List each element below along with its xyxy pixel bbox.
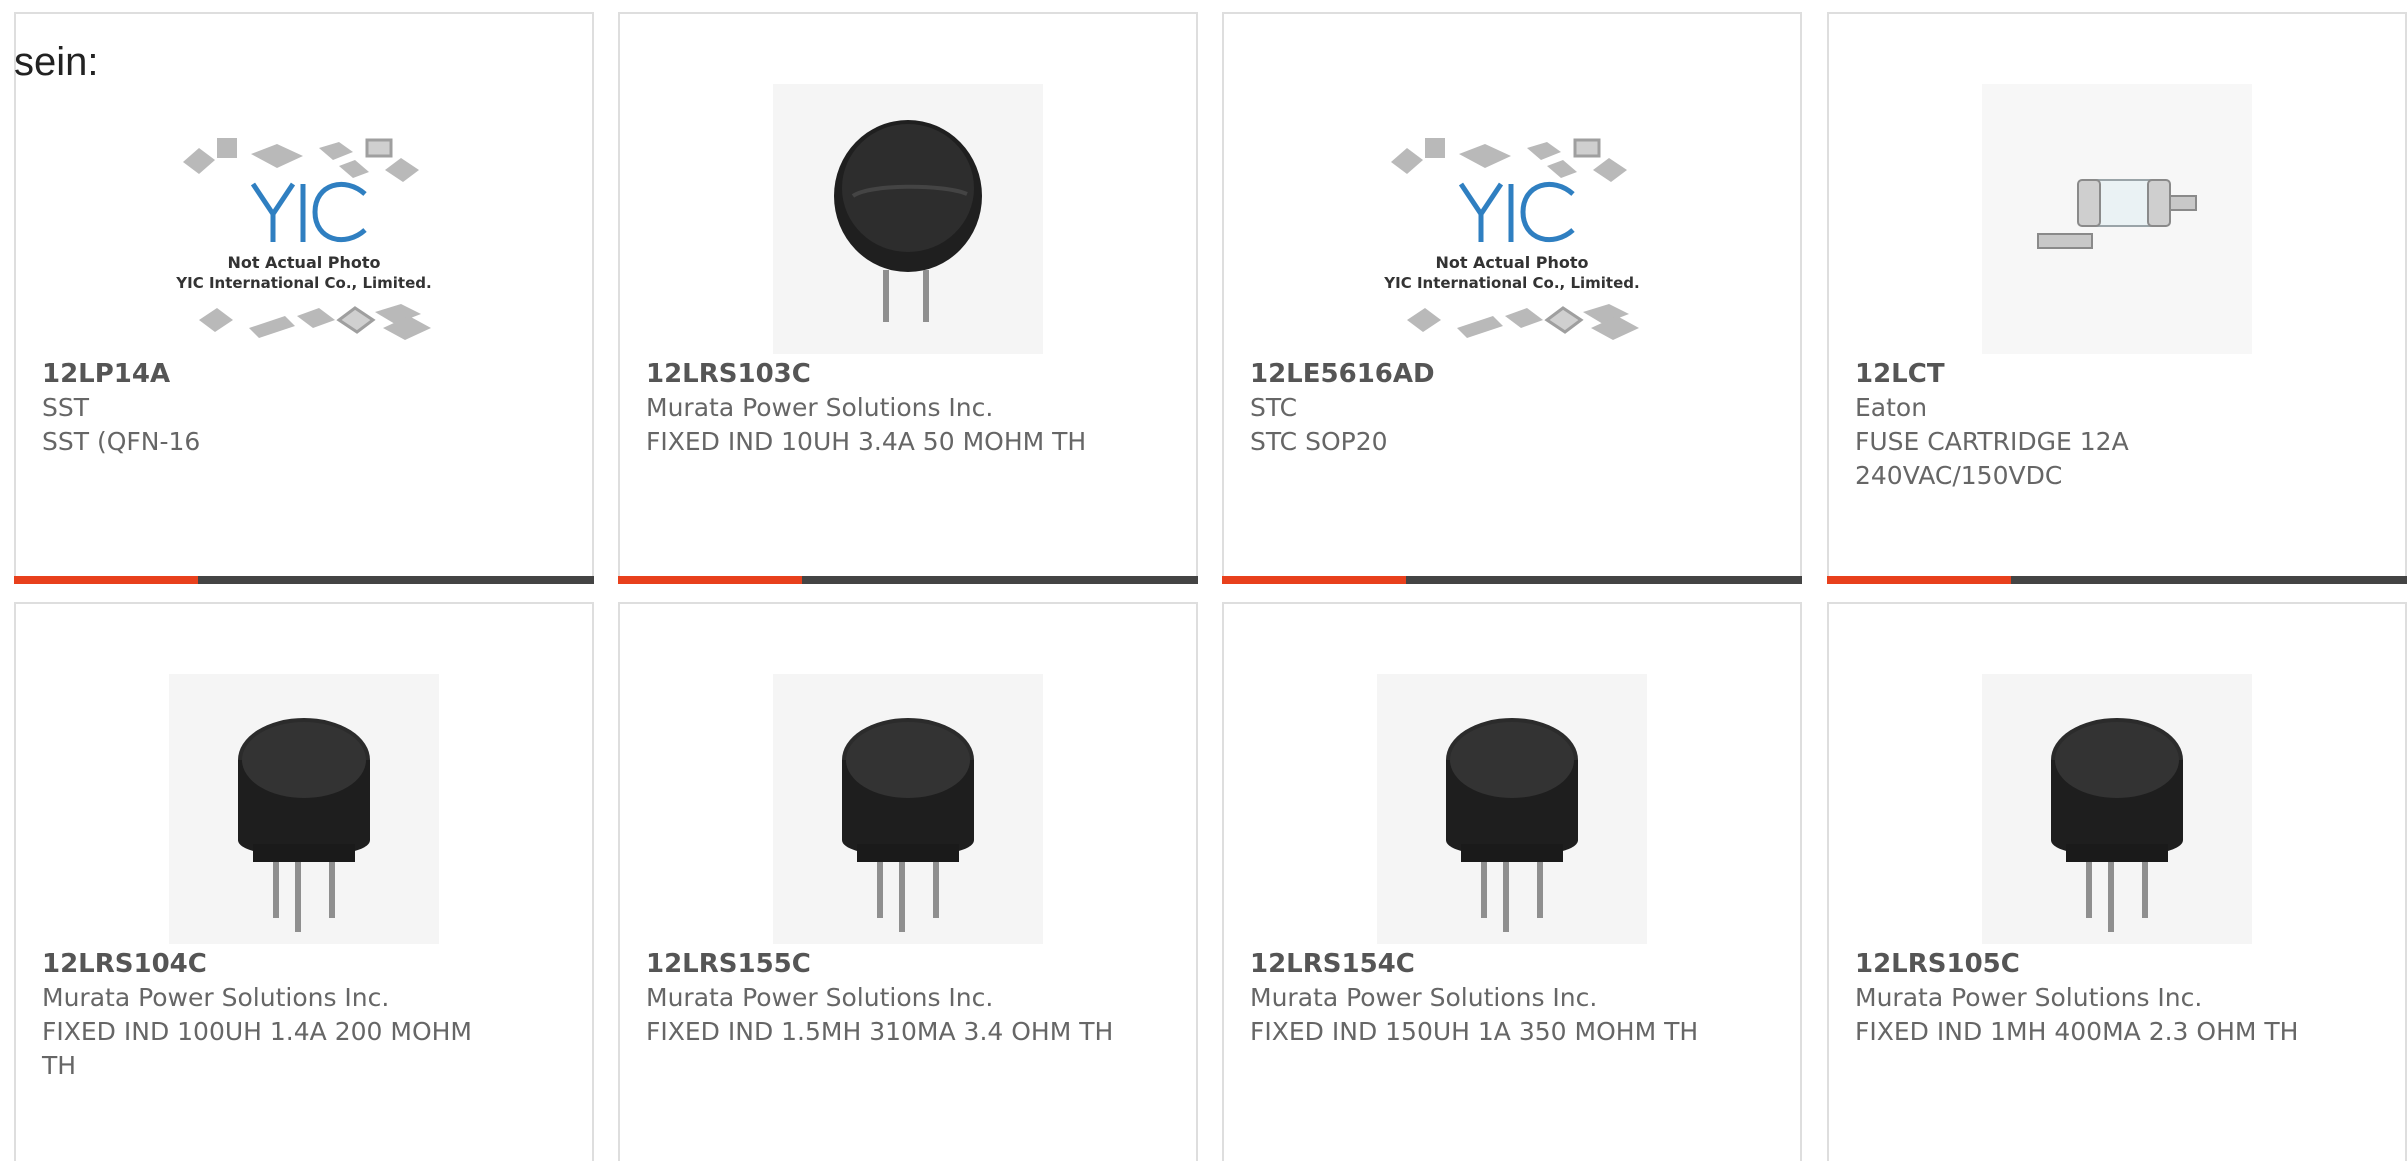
manufacturer: Murata Power Solutions Inc. <box>42 983 390 1012</box>
accent-bar-highlight <box>14 576 198 584</box>
product-info: 12LCT Eaton FUSE CARTRIDGE 12A 240VAC/15… <box>1855 357 2355 493</box>
product-description: FIXED IND 1MH 400MA 2.3 OHM TH <box>1855 1017 2299 1046</box>
product-image[interactable] <box>773 674 1043 944</box>
product-description: SST (QFN-16 <box>42 427 201 456</box>
accent-bar <box>618 576 1198 584</box>
manufacturer: Murata Power Solutions Inc. <box>1250 983 1598 1012</box>
product-info: 12LP14A SST SST (QFN-16 <box>42 357 542 459</box>
product-image[interactable] <box>1982 674 2252 944</box>
part-number[interactable]: 12LRS155C <box>646 947 1146 981</box>
product-image[interactable] <box>1982 84 2252 354</box>
product-info: 12LRS155C Murata Power Solutions Inc. FI… <box>646 947 1146 1049</box>
placeholder-line-1: Not Actual Photo <box>227 253 380 272</box>
accent-bar-highlight <box>618 576 802 584</box>
page-prefix-text: sein: <box>14 40 99 84</box>
part-number[interactable]: 12LRS104C <box>42 947 542 981</box>
accent-bar-highlight <box>1222 576 1406 584</box>
placeholder-line-2: YIC International Co., Limited. <box>175 274 431 292</box>
placeholder-image[interactable]: Not Actual Photo YIC International Co., … <box>1377 84 1647 354</box>
product-image[interactable] <box>1377 674 1647 944</box>
product-image[interactable] <box>169 674 439 944</box>
product-info: 12LRS154C Murata Power Solutions Inc. FI… <box>1250 947 1750 1049</box>
product-card[interactable]: Not Actual Photo YIC International Co., … <box>14 12 594 584</box>
product-description: FIXED IND 10UH 3.4A 50 MOHM TH <box>646 427 1087 456</box>
product-grid: Not Actual Photo YIC International Co., … <box>0 0 2408 1161</box>
accent-bar <box>1222 576 1802 584</box>
product-description: FIXED IND 150UH 1A 350 MOHM TH <box>1250 1017 1699 1046</box>
placeholder-image[interactable]: Not Actual Photo YIC International Co., … <box>169 84 439 354</box>
part-number[interactable]: 12LP14A <box>42 357 542 391</box>
manufacturer: Murata Power Solutions Inc. <box>1855 983 2203 1012</box>
product-card[interactable]: 12LRS103C Murata Power Solutions Inc. FI… <box>618 12 1198 584</box>
product-card[interactable]: 12LCT Eaton FUSE CARTRIDGE 12A 240VAC/15… <box>1827 12 2407 584</box>
placeholder-line-1: Not Actual Photo <box>1435 253 1588 272</box>
part-number[interactable]: 12LRS105C <box>1855 947 2355 981</box>
product-image[interactable] <box>773 84 1043 354</box>
manufacturer: Eaton <box>1855 393 1928 422</box>
product-description: STC SOP20 <box>1250 427 1388 456</box>
accent-bar-highlight <box>1827 576 2011 584</box>
manufacturer: SST <box>42 393 90 422</box>
part-number[interactable]: 12LRS154C <box>1250 947 1750 981</box>
manufacturer: Murata Power Solutions Inc. <box>646 393 994 422</box>
placeholder-line-2: YIC International Co., Limited. <box>1383 274 1639 292</box>
manufacturer: Murata Power Solutions Inc. <box>646 983 994 1012</box>
accent-bar <box>14 576 594 584</box>
part-number[interactable]: 12LE5616AD <box>1250 357 1750 391</box>
product-card[interactable]: 12LRS104C Murata Power Solutions Inc. FI… <box>14 602 594 1161</box>
product-info: 12LRS104C Murata Power Solutions Inc. FI… <box>42 947 542 1083</box>
product-info: 12LRS105C Murata Power Solutions Inc. FI… <box>1855 947 2355 1049</box>
accent-bar <box>1827 576 2407 584</box>
product-info: 12LRS103C Murata Power Solutions Inc. FI… <box>646 357 1146 459</box>
product-description: FIXED IND 1.5MH 310MA 3.4 OHM TH <box>646 1017 1114 1046</box>
product-description: FUSE CARTRIDGE 12A 240VAC/150VDC <box>1855 427 2129 490</box>
product-card[interactable]: 12LRS105C Murata Power Solutions Inc. FI… <box>1827 602 2407 1161</box>
product-card[interactable]: Not Actual Photo YIC International Co., … <box>1222 12 1802 584</box>
part-number[interactable]: 12LCT <box>1855 357 2355 391</box>
manufacturer: STC <box>1250 393 1298 422</box>
part-number[interactable]: 12LRS103C <box>646 357 1146 391</box>
product-card[interactable]: 12LRS155C Murata Power Solutions Inc. FI… <box>618 602 1198 1161</box>
product-card[interactable]: 12LRS154C Murata Power Solutions Inc. FI… <box>1222 602 1802 1161</box>
product-info: 12LE5616AD STC STC SOP20 <box>1250 357 1750 459</box>
product-description: FIXED IND 100UH 1.4A 200 MOHM TH <box>42 1017 472 1080</box>
